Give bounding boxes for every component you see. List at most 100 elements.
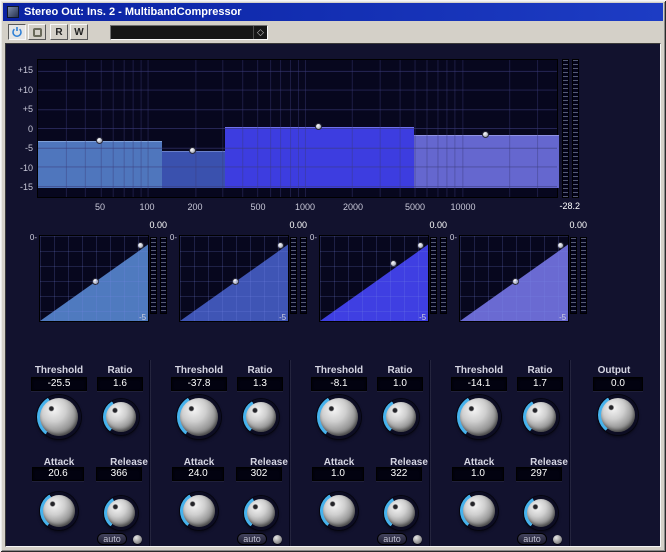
curve-scale-bottom: -5 — [419, 313, 441, 322]
gain-reduction-readout: 0.00 — [247, 220, 307, 230]
curve-handle[interactable] — [232, 278, 239, 285]
curve-handle[interactable] — [512, 278, 519, 285]
curve-display[interactable] — [39, 235, 149, 322]
freq-grid — [38, 60, 557, 197]
knob-face — [180, 398, 218, 436]
band-panel: Threshold Ratio -25.5 1.6 Attack Release… — [9, 359, 149, 548]
release-knob[interactable] — [384, 496, 418, 530]
band-handle[interactable] — [189, 147, 196, 154]
read-button[interactable]: R — [50, 24, 68, 40]
db-tick: -15 — [6, 182, 33, 192]
threshold-value[interactable]: -37.8 — [171, 377, 227, 391]
knob-face — [247, 499, 275, 527]
compressor-curve-group: 0.00 0- -5 — [179, 219, 311, 329]
db-tick: -10 — [6, 163, 33, 173]
ratio-knob[interactable] — [523, 399, 559, 435]
threshold-value[interactable]: -25.5 — [31, 377, 87, 391]
curve-handle[interactable] — [137, 242, 144, 249]
ratio-value[interactable]: 1.0 — [377, 377, 423, 391]
curve-handle[interactable] — [557, 242, 564, 249]
titlebar[interactable]: Stereo Out: Ins. 2 - MultibandCompressor — [3, 3, 663, 21]
ratio-value[interactable]: 1.6 — [97, 377, 143, 391]
curve-display[interactable] — [459, 235, 569, 322]
compressor-curve-group: 0.00 0- -5 — [39, 219, 171, 329]
freq-tick: 1000 — [285, 202, 325, 212]
release-knob[interactable] — [104, 496, 138, 530]
freq-tick: 100 — [127, 202, 167, 212]
write-button[interactable]: W — [70, 24, 88, 40]
plugin-panel: +15 +10 +5 0 -5 -10 -15 50 100 200 500 1… — [5, 43, 661, 547]
gr-meter — [580, 237, 587, 314]
ratio-label: Ratio — [375, 365, 425, 376]
curve-handle[interactable] — [277, 242, 284, 249]
ratio-knob[interactable] — [243, 399, 279, 435]
attack-value[interactable]: 20.6 — [32, 467, 84, 481]
ratio-label: Ratio — [235, 365, 285, 376]
threshold-knob[interactable] — [37, 395, 81, 439]
output-panel: Output 0.0 — [569, 359, 659, 548]
freq-tick: 500 — [238, 202, 278, 212]
auto-button[interactable]: auto — [237, 533, 267, 545]
knob-face — [107, 499, 135, 527]
release-value[interactable]: 322 — [376, 467, 422, 481]
freq-editor[interactable] — [37, 59, 558, 198]
release-value[interactable]: 302 — [236, 467, 282, 481]
power-button[interactable] — [8, 24, 26, 40]
band-handle[interactable] — [315, 123, 322, 130]
compressor-curve-group: 0.00 0- -5 — [319, 219, 451, 329]
threshold-label: Threshold — [437, 365, 521, 376]
freq-tick: 5000 — [395, 202, 435, 212]
preset-menu-button[interactable]: ◇ — [253, 26, 267, 39]
db-tick: +15 — [6, 65, 33, 75]
curve-handle[interactable] — [92, 278, 99, 285]
curve-display[interactable] — [319, 235, 429, 322]
attack-value[interactable]: 1.0 — [312, 467, 364, 481]
ratio-knob[interactable] — [383, 399, 419, 435]
freq-tick: 10000 — [443, 202, 483, 212]
curve-display[interactable] — [179, 235, 289, 322]
auto-button[interactable]: auto — [377, 533, 407, 545]
attack-knob[interactable] — [40, 492, 78, 530]
release-value[interactable]: 366 — [96, 467, 142, 481]
preset-field[interactable]: ◇ — [110, 25, 268, 40]
threshold-value[interactable]: -14.1 — [451, 377, 507, 391]
screw-icon — [133, 535, 142, 544]
band-handle[interactable] — [482, 131, 489, 138]
band-handle[interactable] — [96, 137, 103, 144]
auto-button[interactable]: auto — [97, 533, 127, 545]
release-value[interactable]: 297 — [516, 467, 562, 481]
curve-fill — [320, 236, 428, 321]
attack-value[interactable]: 1.0 — [452, 467, 504, 481]
output-label: Output — [574, 365, 654, 376]
gr-meter — [300, 237, 307, 314]
curve-handle[interactable] — [417, 242, 424, 249]
attack-knob[interactable] — [460, 492, 498, 530]
screw-icon — [553, 535, 562, 544]
gr-meter — [290, 237, 297, 314]
ratio-value[interactable]: 1.3 — [237, 377, 283, 391]
ratio-knob[interactable] — [103, 399, 139, 435]
threshold-knob[interactable] — [317, 395, 361, 439]
threshold-knob[interactable] — [457, 395, 501, 439]
threshold-value[interactable]: -8.1 — [311, 377, 367, 391]
gr-meter — [440, 237, 447, 314]
attack-knob[interactable] — [180, 492, 218, 530]
release-knob[interactable] — [244, 496, 278, 530]
output-knob[interactable] — [598, 395, 638, 435]
bypass-button[interactable] — [28, 24, 46, 40]
db-tick: +5 — [6, 104, 33, 114]
knob-face — [460, 398, 498, 436]
db-tick: 0 — [6, 124, 33, 134]
attack-knob[interactable] — [320, 492, 358, 530]
curve-handle[interactable] — [390, 260, 397, 267]
auto-button[interactable]: auto — [517, 533, 547, 545]
output-value[interactable]: 0.0 — [593, 377, 643, 391]
knob-face — [183, 495, 215, 527]
release-knob[interactable] — [524, 496, 558, 530]
ratio-value[interactable]: 1.7 — [517, 377, 563, 391]
band-panel: Threshold Ratio -8.1 1.0 Attack Release … — [289, 359, 429, 548]
power-icon — [11, 26, 23, 38]
attack-value[interactable]: 24.0 — [172, 467, 224, 481]
threshold-knob[interactable] — [177, 395, 221, 439]
curve-fill — [40, 236, 148, 321]
